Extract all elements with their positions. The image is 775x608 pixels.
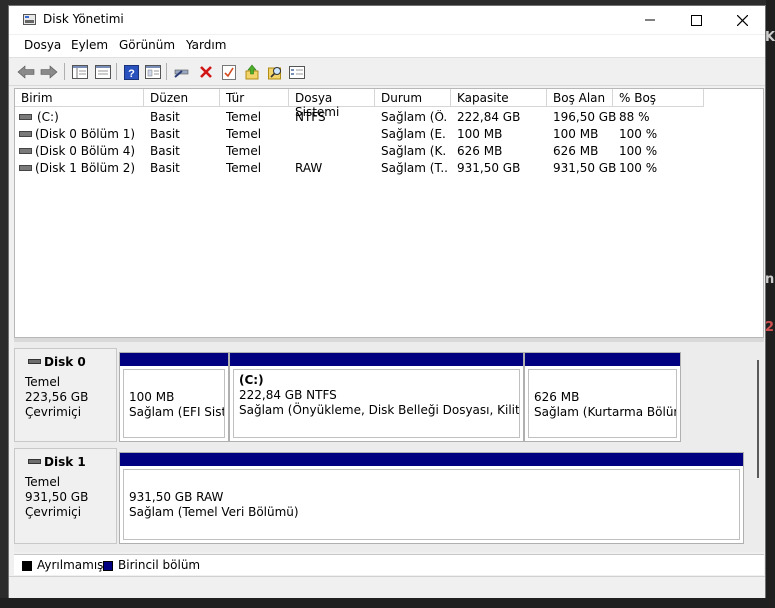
disk-type: Temel [25,375,61,389]
menu-bar: Dosya Eylem Görünüm Yardım [9,35,765,58]
import-button[interactable] [242,62,262,82]
toolbar-separator [64,63,65,80]
menu-help[interactable]: Yardım [186,38,226,52]
maximize-icon [690,14,702,26]
console-tree-icon [72,65,88,79]
menu-action[interactable]: Eylem [71,38,108,52]
disk-type: Temel [25,475,61,489]
legend: Ayrılmamış Birincil bölüm [14,554,764,575]
primary-partition-bar [120,453,743,466]
menu-file[interactable]: Dosya [24,38,61,52]
background-window [766,0,775,608]
list-view-icon [95,65,111,79]
connect-icon [174,69,189,78]
minimize-icon [645,19,655,21]
close-icon [736,14,748,26]
svg-text:?: ? [128,68,135,80]
properties-icon [145,65,161,79]
status-bar [9,576,765,598]
toolbar: ? [9,58,765,86]
connect-button[interactable] [172,62,192,82]
maximize-button[interactable] [673,6,719,34]
help-icon: ? [123,64,139,80]
taskbar-area [0,598,775,608]
window-title: Disk Yönetimi [43,12,124,26]
import-icon [245,64,259,80]
disk-status: Çevrimiçi [25,505,82,519]
forward-arrow-icon [40,65,58,79]
volume-list: Birim Düzen Tür Dosya Sistemi Durum Kapa… [14,88,764,338]
delete-button[interactable] [196,62,216,82]
partition-c[interactable]: (C:) 222,84 GB NTFS Sağlam (Önyükleme, D… [229,352,524,442]
disk-name: Disk 0 [44,355,86,369]
drive-icon [19,148,32,154]
column-header[interactable]: Kapasite [451,89,547,107]
scrollbar[interactable] [757,360,759,478]
primary-partition-bar [230,353,523,366]
details-button[interactable] [93,62,113,82]
disk-icon [28,459,41,464]
disk-size: 223,56 GB [25,390,89,404]
table-row[interactable]: (Disk 0 Bölüm 4) Basit Temel Sağlam (K..… [15,143,763,160]
unallocated-swatch [22,561,32,571]
properties-button[interactable] [143,62,163,82]
disk-size: 931,50 GB [25,490,89,504]
partition-efi[interactable]: 100 MB Sağlam (EFI Sisten [119,352,229,442]
back-arrow-icon [17,65,35,79]
disk-name: Disk 1 [44,455,86,469]
table-row[interactable]: (C:) Basit Temel NTFS Sağlam (Ö... 222,8… [15,109,763,126]
disk-map: Disk 0 Temel 223,56 GB Çevrimiçi 100 MB … [14,342,764,552]
background-text: n [765,272,775,287]
toolbar-separator [116,63,117,80]
table-row[interactable]: (Disk 0 Bölüm 1) Basit Temel Sağlam (E..… [15,126,763,143]
close-button[interactable] [719,6,765,34]
primary-partition-bar [120,353,228,366]
back-button[interactable] [16,62,36,82]
delete-icon [200,66,212,78]
check-button[interactable] [219,62,239,82]
help-button[interactable]: ? [121,62,141,82]
background-text: 2 [765,320,775,335]
forward-button[interactable] [39,62,59,82]
title-bar[interactable]: Disk Yönetimi [9,6,765,34]
check-icon [222,64,236,80]
drive-icon [19,114,32,120]
menu-view[interactable]: Görünüm [119,38,175,52]
disk-management-window: Disk Yönetimi Dosya Eylem Görünüm Yardım [8,5,766,598]
primary-partition-bar [525,353,680,366]
column-header[interactable]: Dosya Sistemi [289,89,375,119]
view-icon [289,65,305,79]
column-header[interactable]: % Boş [613,89,704,107]
column-header[interactable]: Düzen [144,89,220,107]
search-icon [267,66,281,79]
column-header[interactable]: Durum [375,89,451,107]
column-header[interactable]: Boş Alan [547,89,613,107]
disk-icon [28,359,41,364]
toolbar-separator [166,63,167,80]
background-text: Ku [765,30,775,45]
legend-label: Birincil bölüm [118,558,201,572]
disk-0-label[interactable]: Disk 0 Temel 223,56 GB Çevrimiçi [14,348,117,442]
column-header[interactable]: Birim [15,89,144,107]
drive-icon [19,165,32,171]
disk-management-icon [23,14,36,25]
search-button[interactable] [265,62,285,82]
disk-status: Çevrimiçi [25,405,82,419]
table-row[interactable]: (Disk 1 Bölüm 2) Basit Temel RAW Sağlam … [15,160,763,177]
drive-icon [19,131,32,137]
partition-recovery[interactable]: 626 MB Sağlam (Kurtarma Bölümü [524,352,681,442]
view-button[interactable] [287,62,307,82]
partition-raw[interactable]: 931,50 GB RAW Sağlam (Temel Veri Bölümü) [119,452,744,544]
column-header[interactable]: Tür [220,89,289,107]
console-tree-button[interactable] [70,62,90,82]
disk-1-label[interactable]: Disk 1 Temel 931,50 GB Çevrimiçi [14,448,117,544]
primary-partition-swatch [103,561,113,571]
minimize-button[interactable] [627,6,673,34]
legend-label: Ayrılmamış [37,558,104,572]
